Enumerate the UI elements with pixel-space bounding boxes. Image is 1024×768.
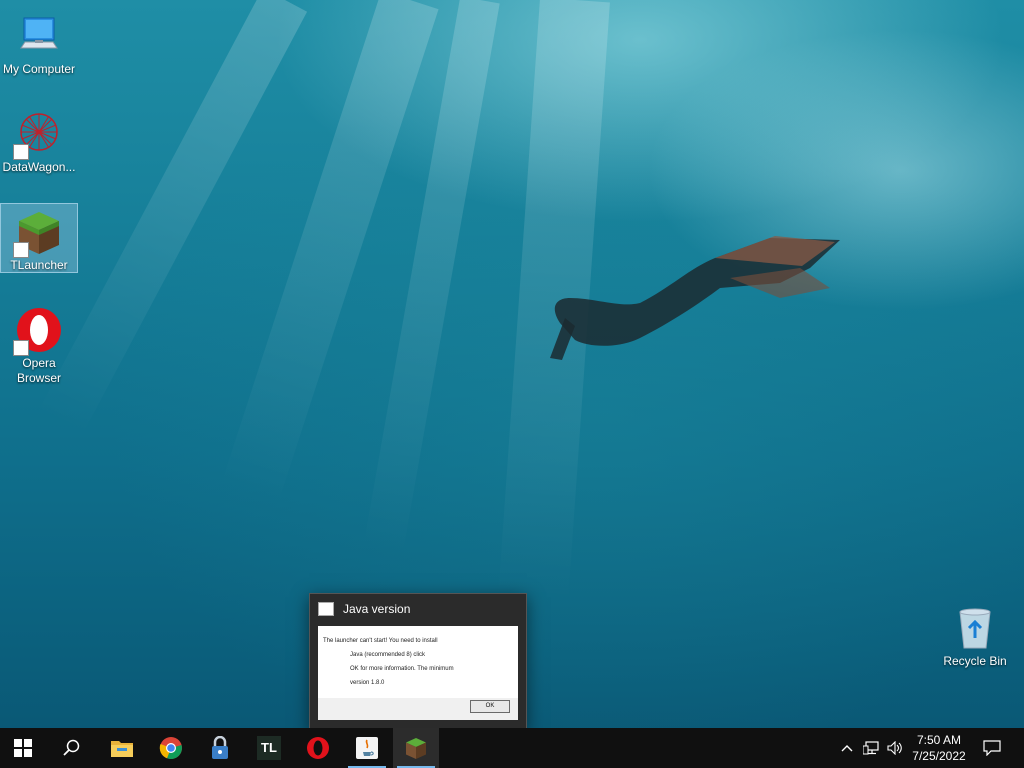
desktop-icon-label: TLauncher [10, 258, 68, 272]
desktop-icon-recycle-bin[interactable]: Recycle Bin [937, 600, 1013, 669]
desktop-icon-my-computer[interactable]: My Computer [1, 8, 77, 77]
computer-icon [15, 12, 63, 60]
opera-icon [13, 306, 63, 356]
taskbar: TL 7:50 AM 7/25/2022 [0, 728, 1024, 768]
java-icon [356, 737, 378, 759]
java-version-dialog: Java version The launcher can't start! Y… [309, 593, 527, 730]
clock-button[interactable]: 7:50 AM 7/25/2022 [908, 728, 970, 768]
swimmer-silhouette [550, 236, 840, 360]
padlock-icon [212, 736, 228, 759]
taskbar-opera[interactable] [295, 728, 341, 768]
chevron-up-icon [841, 745, 853, 752]
volume-button[interactable] [884, 728, 906, 768]
app-window-icon [318, 602, 334, 616]
shortcut-arrow-icon [13, 144, 29, 160]
ok-button[interactable]: OK [470, 700, 510, 713]
desktop-icon-label: Opera Browser [16, 356, 61, 385]
minecraft-grass-block-icon [13, 208, 63, 258]
opera-icon [307, 737, 329, 759]
dialog-message-line: OK for more information. The minimum [350, 666, 454, 672]
speaker-icon [887, 741, 902, 755]
taskbar-tlauncher[interactable]: TL [246, 728, 292, 768]
taskbar-file-explorer[interactable] [99, 728, 145, 768]
start-button[interactable] [0, 728, 46, 768]
network-button[interactable] [860, 728, 882, 768]
shortcut-arrow-icon [13, 242, 29, 258]
desktop-icon-label: Recycle Bin [943, 654, 1007, 668]
dialog-message-line: The launcher can't start! You need to in… [323, 638, 438, 644]
desktop-icon-tlauncher[interactable]: TLauncher [0, 203, 78, 273]
windows-logo-icon [14, 739, 32, 757]
network-icon [863, 741, 879, 755]
dialog-body: The launcher can't start! You need to in… [318, 626, 518, 720]
dialog-message-line: Java (recommended 8) click [350, 652, 426, 658]
taskbar-java[interactable] [344, 728, 390, 768]
show-hidden-icons-button[interactable] [836, 728, 858, 768]
notification-icon [983, 740, 1001, 756]
taskbar-chrome[interactable] [148, 728, 194, 768]
desktop-icon-label: DataWagon... [2, 160, 76, 174]
clock-date: 7/25/2022 [912, 749, 966, 763]
minecraft-grass-block-icon [406, 738, 426, 759]
datawagon-icon [13, 110, 63, 160]
recycle-bin-icon [951, 604, 999, 652]
desktop-icon-opera-browser[interactable]: Opera Browser [1, 302, 77, 386]
dialog-title-bar[interactable]: Java version [310, 594, 526, 624]
chrome-icon [159, 737, 182, 760]
desktop-icon-datawagon[interactable]: DataWagon... [1, 106, 77, 175]
clock-time: 7:50 AM [916, 733, 961, 747]
dialog-title: Java version [343, 602, 411, 616]
dialog-message-line: version 1.8.0 [350, 680, 385, 686]
desktop-icon-label: My Computer [2, 62, 76, 76]
folder-icon [111, 741, 133, 757]
tl-icon: TL [257, 736, 281, 760]
search-button[interactable] [49, 728, 95, 768]
taskbar-minecraft[interactable] [393, 728, 439, 768]
taskbar-lock-app[interactable] [197, 728, 243, 768]
desktop: My Computer DataWagon... TLauncher Opera… [0, 0, 1024, 768]
search-icon [63, 739, 80, 756]
shortcut-arrow-icon [13, 340, 29, 356]
notifications-button[interactable] [972, 728, 1012, 768]
